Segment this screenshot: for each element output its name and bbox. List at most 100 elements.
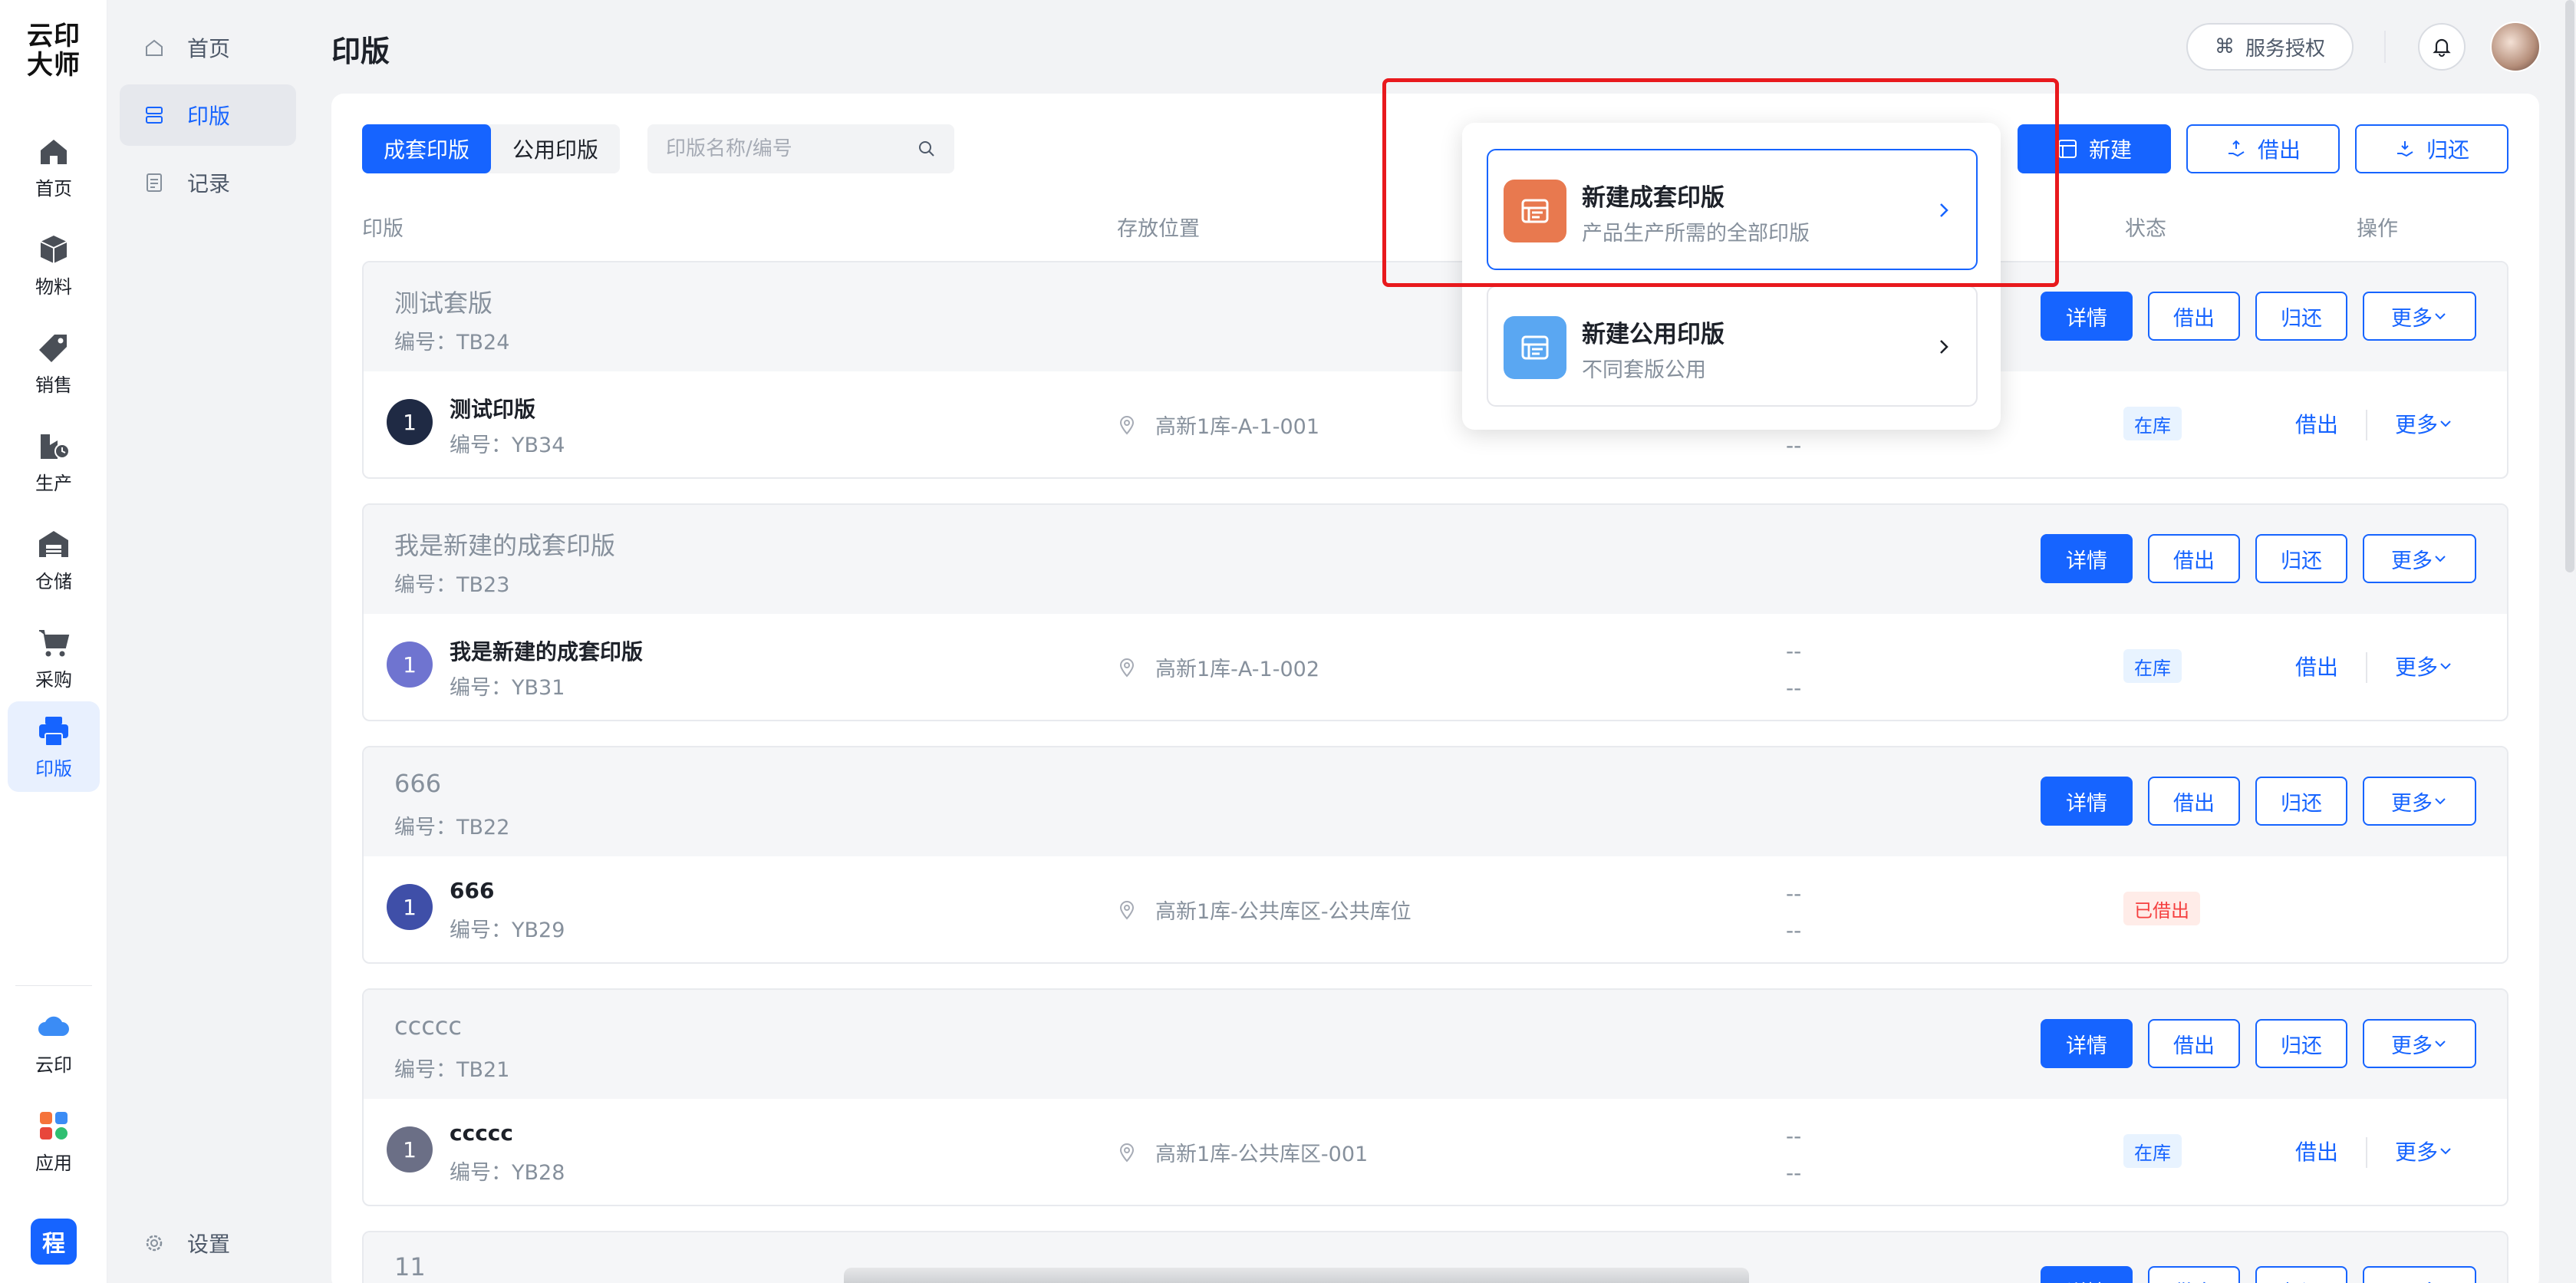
group-detail-button[interactable]: 详情 [2041,1019,2133,1068]
plate-location: 高新1库-A-1-001 [1118,410,1319,440]
group-detail-button[interactable]: 详情 [2041,534,2133,583]
box-icon [40,235,68,263]
row-more-link[interactable]: 更多 [2395,408,2453,439]
rail-item-production[interactable]: 生产 [8,416,100,506]
row-borrow-link[interactable]: 借出 [2295,651,2338,681]
search-icon[interactable] [917,140,936,158]
rail-divider [15,985,92,986]
status-badge: 在库 [2123,407,2182,440]
cart-icon [39,629,70,656]
return-button[interactable]: 归还 [2355,124,2508,173]
group-detail-button[interactable]: 详情 [2041,777,2133,826]
service-auth-button[interactable]: ⌘ 服务授权 [2186,23,2354,71]
row-borrow-link[interactable]: 借出 [2295,408,2338,439]
menu-item-title: 新建公用印版 [1582,321,1724,348]
group-return-button[interactable]: 归还 [2255,1266,2347,1283]
group-borrow-button[interactable]: 借出 [2148,1019,2240,1068]
action-divider [2366,410,2367,440]
chevron-down-icon [2435,556,2446,562]
cloud-icon [38,1016,69,1036]
bottom-overlay [844,1268,1749,1283]
plate-info-line-2: -- [1786,433,1802,458]
company-avatar[interactable]: 程 [31,1219,77,1265]
plate-code: 编号：YB34 [450,434,565,457]
plate-name: ccccc [450,1120,513,1146]
gear-icon [146,1235,163,1252]
group-more-button[interactable]: 更多 [2363,1266,2476,1283]
rail-item-materials[interactable]: 物料 [8,219,100,310]
group-borrow-button[interactable]: 借出 [2148,1266,2240,1283]
row-borrow-link[interactable]: 借出 [2295,1136,2338,1166]
column-header-location: 存放位置 [1117,217,1200,241]
group-header: ccccc 编号：TB21 详情 借出 归还 更多 [364,990,2507,1099]
rail-item-apps[interactable]: 应用 [8,1096,100,1186]
group-return-button[interactable]: 归还 [2255,534,2347,583]
menu-item-new-shared-plate[interactable]: 新建公用印版 不同套版公用 [1487,285,1978,407]
group-return-button[interactable]: 归还 [2255,292,2347,341]
borrow-button[interactable]: 借出 [2186,124,2340,173]
record-icon [147,173,162,192]
notification-button[interactable] [2418,23,2466,71]
rail-item-home[interactable]: 首页 [8,121,100,212]
subnav-item-settings[interactable]: 设置 [120,1212,296,1274]
rail-item-purchase[interactable]: 采购 [8,612,100,703]
group-code: 编号：TB24 [394,331,510,355]
tab-set-plates[interactable]: 成套印版 [362,124,492,173]
group-detail-button[interactable]: 详情 [2041,1266,2133,1283]
rail-item-cloud[interactable]: 云印 [8,998,100,1088]
action-divider [2366,1137,2367,1168]
location-pin-icon [1119,1143,1135,1163]
tab-shared-plates[interactable]: 公用印版 [491,124,620,173]
app-logo[interactable]: 云印 大师 [0,21,107,80]
status-badge: 已借出 [2123,892,2200,925]
scrollbar-thumb[interactable] [2565,0,2574,572]
plate-set-group: 666 编号：TB22 详情 借出 归还 更多 1 666 编号：YB29 高新… [362,746,2508,964]
plate-type-tabs: 成套印版 公用印版 [362,124,621,173]
group-borrow-button[interactable]: 借出 [2148,534,2240,583]
subnav-item-home[interactable]: 首页 [120,17,296,78]
group-name: 测试套版 [394,289,493,318]
group-return-button[interactable]: 归还 [2255,777,2347,826]
user-avatar[interactable] [2490,21,2541,72]
group-more-button[interactable]: 更多 [2363,534,2476,583]
rail-item-sales[interactable]: 销售 [8,318,100,408]
group-borrow-button[interactable]: 借出 [2148,292,2240,341]
plate-info-line-2: -- [1786,1160,1802,1186]
group-return-button[interactable]: 归还 [2255,1019,2347,1068]
plate-info-line-2: -- [1786,918,1802,943]
bell-icon [2433,38,2451,57]
rail-item-plates[interactable]: 印版 [8,701,100,792]
shared-plate-icon [1504,316,1566,379]
rail-item-warehouse[interactable]: 仓储 [8,514,100,605]
plate-code: 编号：YB29 [450,919,565,942]
row-index: 1 [387,1126,433,1173]
search-input[interactable] [666,137,917,160]
group-detail-button[interactable]: 详情 [2041,292,2133,341]
apps-icon [40,1111,68,1140]
tag-icon [39,334,67,362]
location-pin-icon [1119,900,1135,920]
group-borrow-button[interactable]: 借出 [2148,777,2240,826]
plate-add-icon [2057,140,2077,158]
chevron-down-icon [2435,1041,2446,1047]
plate-info-line-1: -- [1786,638,1802,664]
group-more-button[interactable]: 更多 [2363,1019,2476,1068]
row-more-link[interactable]: 更多 [2395,1136,2453,1166]
highlight-annotation [1382,78,2059,287]
row-more-link[interactable]: 更多 [2395,651,2453,681]
group-more-button[interactable]: 更多 [2363,292,2476,341]
search-box [647,124,954,173]
chevron-down-icon [2435,313,2446,320]
plate-code: 编号：YB28 [450,1161,565,1185]
subnav-item-records[interactable]: 记录 [120,152,296,213]
subnav-item-plates[interactable]: 印版 [120,84,296,146]
plate-icon [146,107,163,124]
plate-info-line-2: -- [1786,675,1802,701]
group-header: 我是新建的成套印版 编号：TB23 详情 借出 归还 更多 [364,505,2507,614]
group-code: 编号：TB22 [394,816,510,839]
column-header-status: 状态 [2125,217,2166,241]
group-more-button[interactable]: 更多 [2363,777,2476,826]
plate-set-group: 我是新建的成套印版 编号：TB23 详情 借出 归还 更多 1 我是新建的成套印… [362,503,2508,721]
group-name: ccccc [394,1011,462,1041]
header-divider [2384,31,2386,63]
